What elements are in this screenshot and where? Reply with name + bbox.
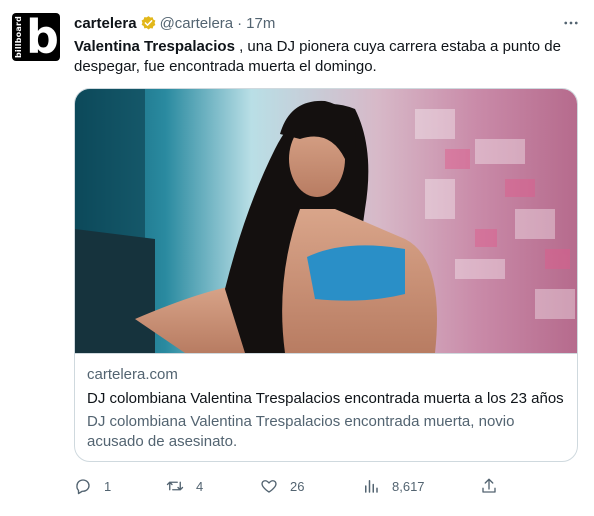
- card-title: DJ colombiana Valentina Trespalacios enc…: [87, 390, 564, 407]
- display-name[interactable]: cartelera: [74, 15, 137, 32]
- card-photo[interactable]: [75, 89, 578, 353]
- like-icon: [261, 480, 277, 493]
- link-card[interactable]: cartelera.com DJ colombiana Valentina Tr…: [74, 88, 578, 462]
- reply-button[interactable]: 1: [74, 474, 111, 498]
- tweet-header: cartelera @cartelera · 17m: [74, 13, 275, 33]
- retweet-button[interactable]: 4: [166, 474, 203, 498]
- card-description: DJ colombiana Valentina Trespalacios enc…: [87, 413, 515, 450]
- like-button[interactable]: 26: [260, 474, 304, 498]
- avatar-brand-text: billboard: [14, 15, 23, 58]
- retweet-icon: [166, 481, 184, 491]
- retweet-count: 4: [196, 478, 204, 494]
- reply-count: 1: [104, 478, 112, 494]
- views-icon: [365, 480, 378, 493]
- avatar[interactable]: billboard b: [12, 13, 60, 61]
- reply-icon: [76, 479, 90, 495]
- tweet-text: Valentina Trespalacios , una DJ pionera …: [74, 37, 574, 77]
- more-icon: [564, 21, 578, 25]
- share-button[interactable]: [480, 474, 498, 498]
- tweet-bold-name: Valentina Trespalacios: [74, 38, 235, 55]
- more-button[interactable]: [558, 12, 584, 34]
- card-domain: cartelera.com: [87, 366, 178, 383]
- tweet[interactable]: billboard b cartelera @cartelera · 17m V…: [0, 0, 594, 516]
- handle[interactable]: @cartelera: [160, 15, 234, 32]
- views-count: 8,617: [392, 478, 425, 494]
- views-button[interactable]: 8,617: [362, 474, 425, 498]
- timestamp[interactable]: 17m: [246, 15, 275, 32]
- avatar-logo-letter: b: [26, 13, 59, 61]
- verified-badge-icon[interactable]: [140, 15, 157, 32]
- like-count: 26: [290, 478, 305, 494]
- separator-dot: ·: [237, 14, 243, 32]
- share-icon: [482, 478, 496, 493]
- card-info[interactable]: cartelera.com DJ colombiana Valentina Tr…: [75, 353, 577, 461]
- action-bar: 1 4 26 8,617: [74, 474, 578, 498]
